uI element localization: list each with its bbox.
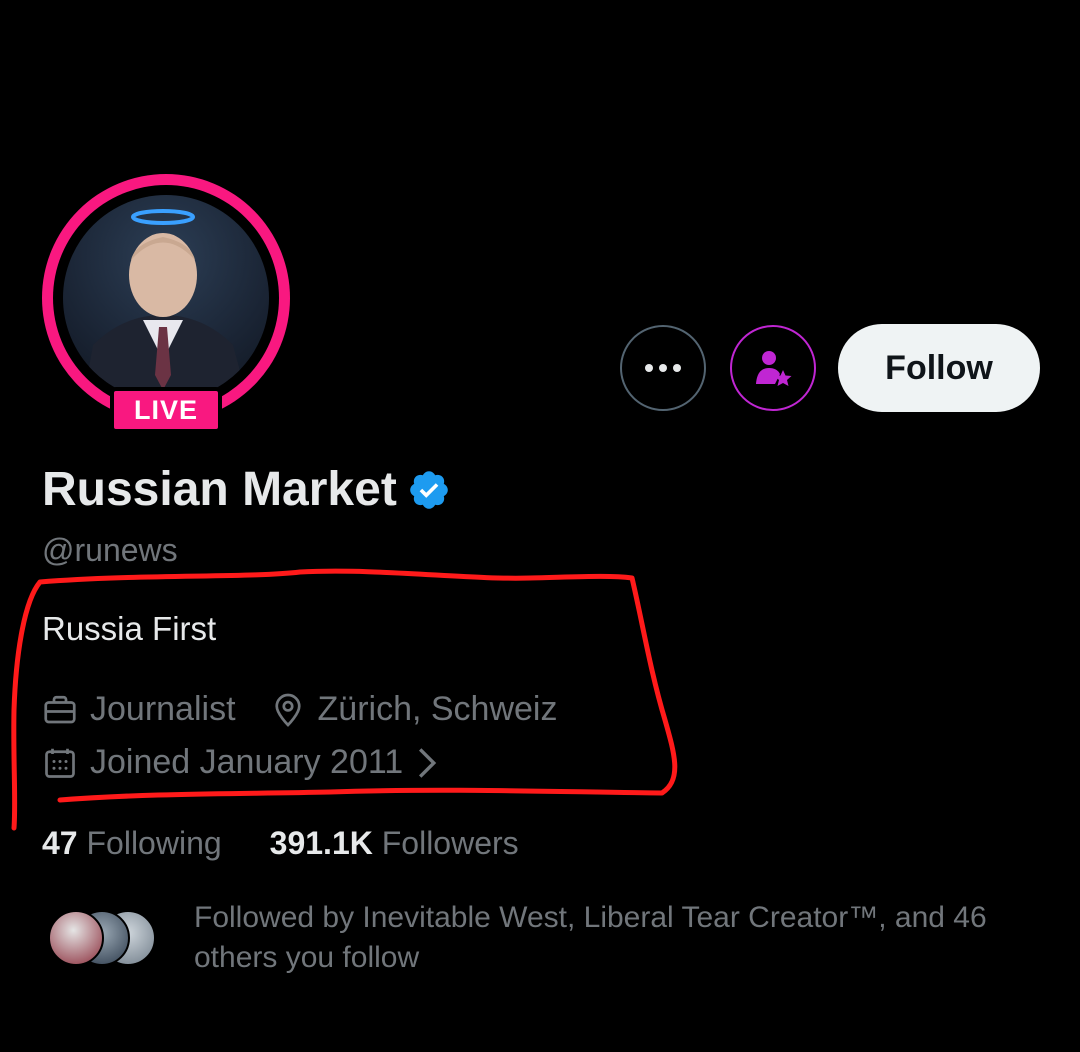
followed-by-text[interactable]: Followed by Inevitable West, Liberal Tea… xyxy=(194,898,1054,978)
profile-display-name: Russian Market xyxy=(42,462,451,517)
person-star-icon xyxy=(756,351,792,386)
display-name-text: Russian Market xyxy=(42,463,397,516)
avatar[interactable] xyxy=(63,195,269,401)
subscribe-button[interactable] xyxy=(730,325,816,411)
follow-button[interactable]: Follow xyxy=(838,324,1040,412)
avatar-frame xyxy=(53,185,279,411)
mini-avatar xyxy=(48,910,104,966)
live-badge[interactable]: LIVE xyxy=(110,387,222,433)
avatar-portrait xyxy=(83,209,248,401)
red-annotation-outline xyxy=(11,568,678,831)
followers-you-know-avatars[interactable] xyxy=(44,910,174,966)
avatar-live-ring[interactable] xyxy=(42,174,290,422)
verified-badge-icon[interactable] xyxy=(407,468,451,512)
more-dots-icon xyxy=(645,364,681,372)
more-options-button[interactable] xyxy=(620,325,706,411)
